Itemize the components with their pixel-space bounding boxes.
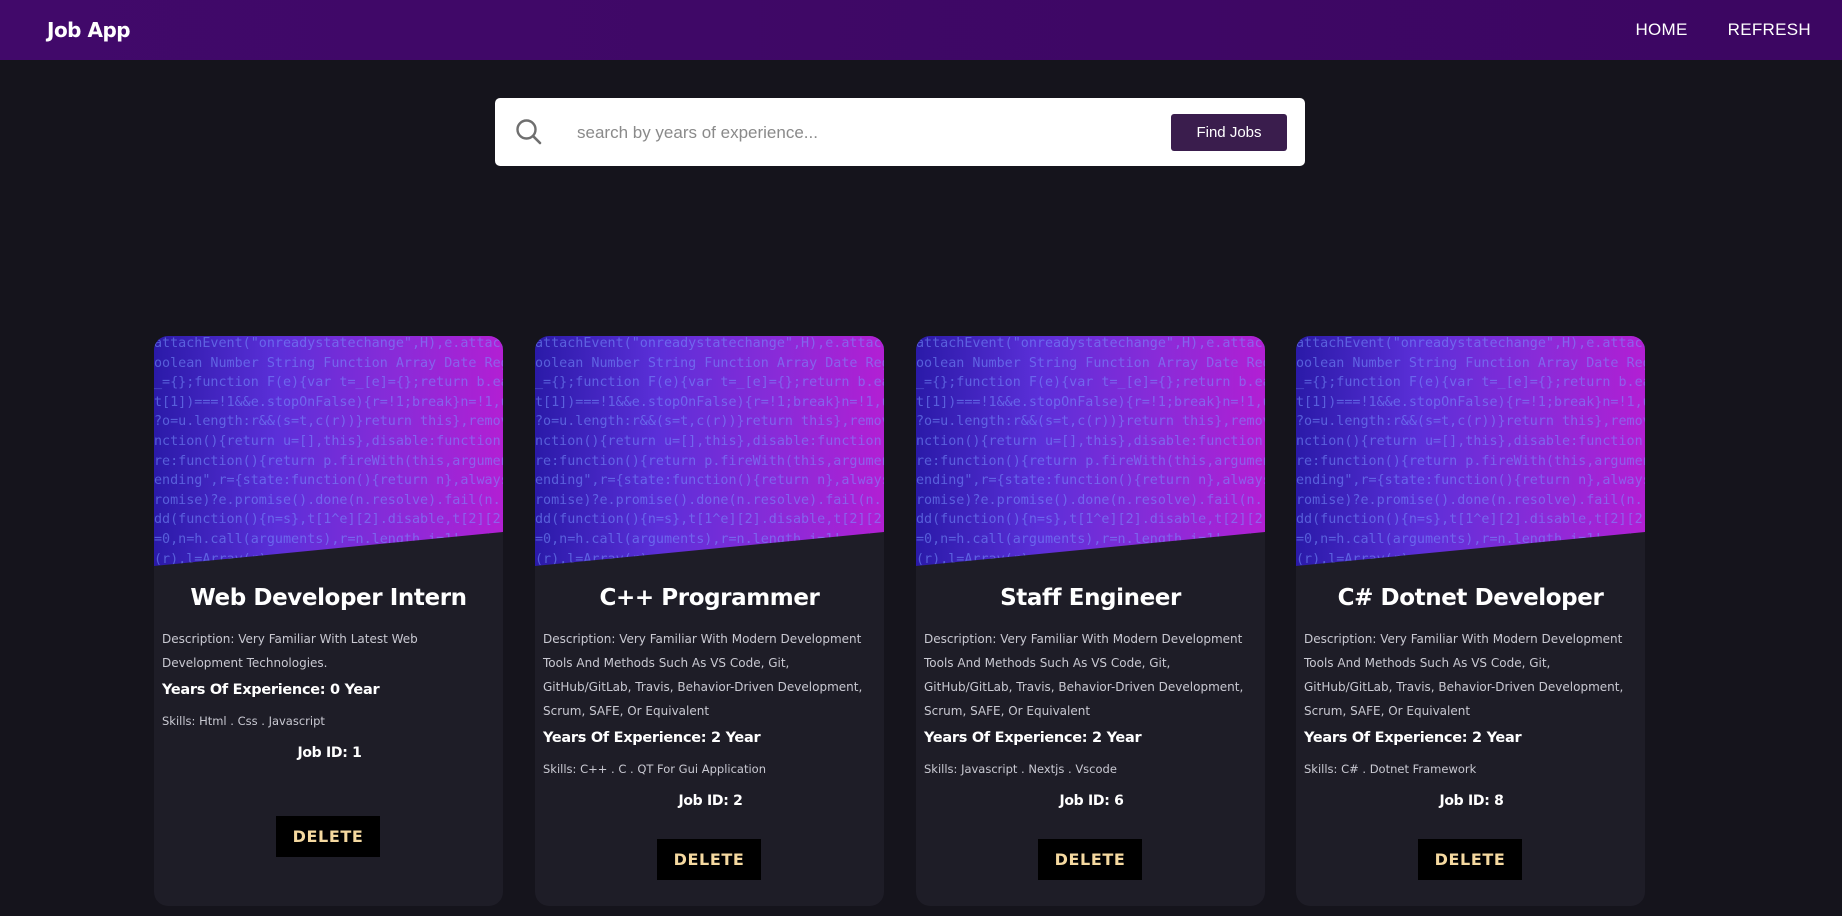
job-id: Job ID: 8	[1439, 793, 1504, 809]
job-title: C++ Programmer	[599, 585, 820, 611]
job-details: Description: Very Familiar With Modern D…	[1304, 627, 1639, 813]
card-banner-image: attachEvent("onreadystatechange",H),e.at…	[916, 336, 1265, 566]
job-description: Description: Very Familiar With Modern D…	[924, 632, 1244, 718]
find-jobs-button[interactable]: Find Jobs	[1171, 114, 1287, 151]
job-title: Web Developer Intern	[190, 585, 467, 611]
nav-links: HOME REFRESH	[1635, 20, 1811, 40]
app-brand[interactable]: Job App	[47, 18, 131, 42]
nav-refresh-link[interactable]: REFRESH	[1728, 20, 1811, 40]
job-details: Description: Very Familiar With Modern D…	[924, 627, 1259, 813]
nav-home-link[interactable]: HOME	[1635, 20, 1687, 40]
delete-job-button[interactable]: DELETE	[1418, 839, 1522, 880]
job-card-4: attachEvent("onreadystatechange",H),e.at…	[1296, 336, 1645, 906]
card-banner-image: attachEvent("onreadystatechange",H),e.at…	[154, 336, 503, 566]
card-banner-image: attachEvent("onreadystatechange",H),e.at…	[1296, 336, 1645, 566]
job-skills: Skills: Html . Css . Javascript	[162, 714, 325, 728]
search-input[interactable]	[575, 116, 1059, 150]
job-card-3: attachEvent("onreadystatechange",H),e.at…	[916, 336, 1265, 906]
job-description: Description: Very Familiar With Latest W…	[162, 632, 418, 670]
delete-job-button[interactable]: DELETE	[1038, 839, 1142, 880]
job-experience: Years Of Experience: 2 Year	[924, 730, 1142, 746]
job-card-2: attachEvent("onreadystatechange",H),e.at…	[535, 336, 884, 906]
job-description: Description: Very Familiar With Modern D…	[1304, 632, 1624, 718]
job-details: Description: Very Familiar With Modern D…	[543, 627, 878, 813]
job-experience: Years Of Experience: 2 Year	[543, 730, 761, 746]
search-icon	[516, 119, 542, 145]
delete-job-button[interactable]: DELETE	[657, 839, 761, 880]
job-skills: Skills: Javascript . Nextjs . Vscode	[924, 762, 1117, 776]
job-experience: Years Of Experience: 0 Year	[162, 682, 380, 698]
job-id: Job ID: 1	[297, 745, 362, 761]
job-details: Description: Very Familiar With Latest W…	[162, 627, 497, 765]
job-skills: Skills: C# . Dotnet Framework	[1304, 762, 1477, 776]
job-id: Job ID: 2	[678, 793, 743, 809]
job-title: C# Dotnet Developer	[1337, 585, 1604, 611]
delete-job-button[interactable]: DELETE	[276, 816, 380, 857]
card-banner-image: attachEvent("onreadystatechange",H),e.at…	[535, 336, 884, 566]
job-experience: Years Of Experience: 2 Year	[1304, 730, 1522, 746]
job-title: Staff Engineer	[1000, 585, 1181, 611]
job-skills: Skills: C++ . C . QT For Gui Application	[543, 762, 766, 776]
job-id: Job ID: 6	[1059, 793, 1124, 809]
job-description: Description: Very Familiar With Modern D…	[543, 632, 863, 718]
search-bar: Find Jobs	[495, 98, 1305, 166]
job-card-1: attachEvent("onreadystatechange",H),e.at…	[154, 336, 503, 906]
navbar: Job App HOME REFRESH	[0, 0, 1842, 60]
